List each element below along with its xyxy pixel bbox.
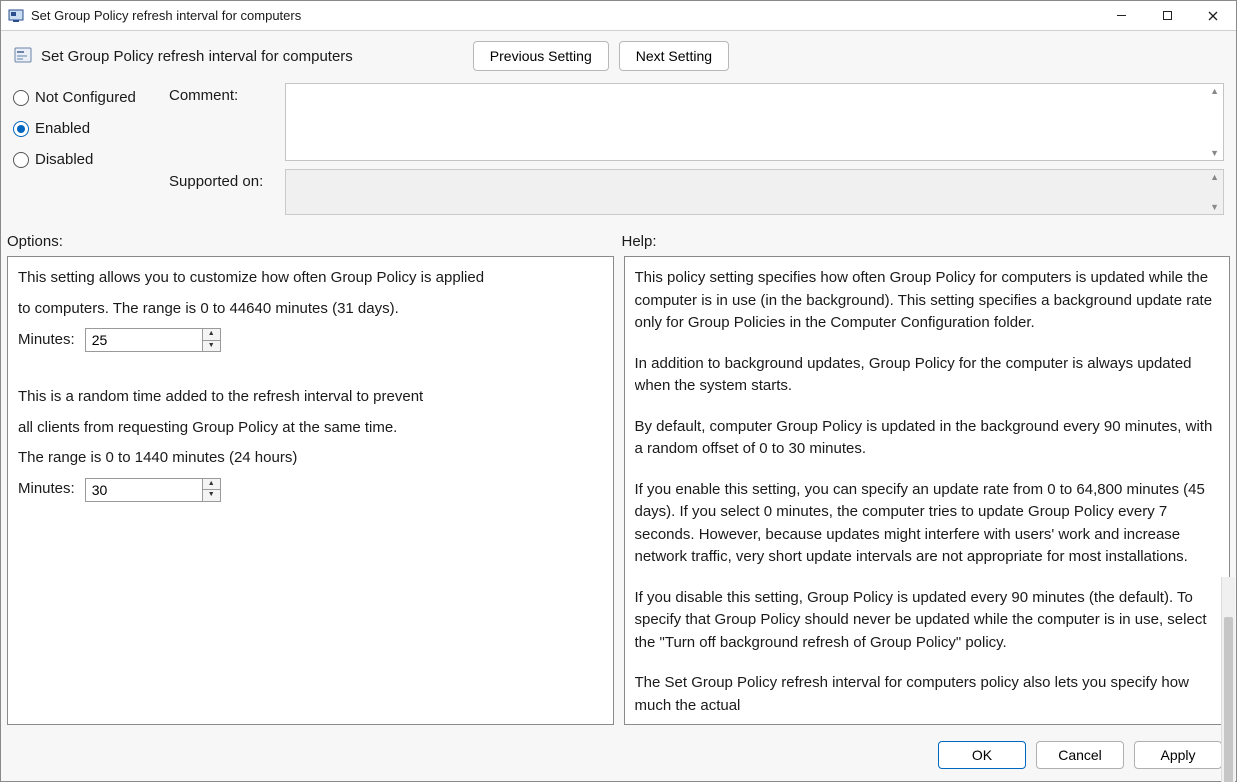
scrollbar-thumb[interactable]: [1224, 617, 1233, 782]
dialog-footer: OK Cancel Apply: [1, 731, 1236, 781]
policy-header: Set Group Policy refresh interval for co…: [1, 31, 1236, 79]
minutes-interval-spinner[interactable]: ▲ ▼: [85, 328, 221, 352]
scrollbar[interactable]: [1221, 577, 1235, 782]
radio-not-configured[interactable]: Not Configured: [13, 89, 163, 106]
radio-icon: [13, 90, 29, 106]
options-pane: This setting allows you to customize how…: [7, 256, 614, 725]
minimize-button[interactable]: [1098, 1, 1144, 30]
scroll-down-icon[interactable]: ▼: [1210, 148, 1219, 158]
options-text: This setting allows you to customize how…: [18, 267, 603, 290]
options-text: to computers. The range is 0 to 44640 mi…: [18, 298, 603, 321]
radio-label: Disabled: [35, 151, 93, 168]
spinner-down-icon[interactable]: ▼: [203, 490, 220, 501]
help-text: By default, computer Group Policy is upd…: [635, 416, 1218, 461]
app-icon: [7, 7, 25, 25]
radio-label: Enabled: [35, 120, 90, 137]
minutes-offset-label: Minutes:: [18, 478, 75, 501]
policy-icon: [13, 46, 33, 66]
maximize-button[interactable]: [1144, 1, 1190, 30]
help-text: If you enable this setting, you can spec…: [635, 479, 1218, 569]
next-setting-button[interactable]: Next Setting: [619, 41, 729, 71]
help-section-label: Help:: [616, 233, 1225, 250]
policy-title: Set Group Policy refresh interval for co…: [41, 48, 353, 65]
spinner-up-icon[interactable]: ▲: [203, 479, 220, 491]
options-text: all clients from requesting Group Policy…: [18, 417, 603, 440]
radio-icon: [13, 121, 29, 137]
scroll-up-icon[interactable]: ▲: [1210, 172, 1219, 182]
options-text: The range is 0 to 1440 minutes (24 hours…: [18, 447, 603, 470]
help-text: The Set Group Policy refresh interval fo…: [635, 672, 1218, 714]
supported-on-textbox: ▲ ▼: [285, 169, 1224, 215]
supported-on-label: Supported on:: [169, 169, 279, 215]
options-section-label: Options:: [7, 233, 616, 250]
window-title: Set Group Policy refresh interval for co…: [31, 8, 301, 23]
help-text: If you disable this setting, Group Polic…: [635, 587, 1218, 655]
spinner-up-icon[interactable]: ▲: [203, 329, 220, 341]
options-text: This is a random time added to the refre…: [18, 386, 603, 409]
radio-icon: [13, 152, 29, 168]
minutes-offset-input[interactable]: [86, 479, 202, 501]
help-text: This policy setting specifies how often …: [635, 267, 1218, 335]
help-scroll-region[interactable]: This policy setting specifies how often …: [635, 267, 1228, 714]
spinner-down-icon[interactable]: ▼: [203, 341, 220, 352]
apply-button[interactable]: Apply: [1134, 741, 1222, 769]
ok-button[interactable]: OK: [938, 741, 1026, 769]
titlebar: Set Group Policy refresh interval for co…: [1, 1, 1236, 31]
scroll-up-icon[interactable]: ▲: [1210, 86, 1219, 96]
help-text: In addition to background updates, Group…: [635, 353, 1218, 398]
previous-setting-button[interactable]: Previous Setting: [473, 41, 609, 71]
radio-enabled[interactable]: Enabled: [13, 120, 163, 137]
minutes-interval-input[interactable]: [86, 329, 202, 351]
help-pane: This policy setting specifies how often …: [624, 256, 1231, 725]
comment-textbox[interactable]: ▲ ▼: [285, 83, 1224, 161]
scroll-down-icon[interactable]: ▼: [1210, 202, 1219, 212]
comment-label: Comment:: [169, 83, 279, 161]
radio-disabled[interactable]: Disabled: [13, 151, 163, 168]
minutes-interval-label: Minutes:: [18, 329, 75, 352]
minutes-offset-spinner[interactable]: ▲ ▼: [85, 478, 221, 502]
close-button[interactable]: [1190, 1, 1236, 30]
cancel-button[interactable]: Cancel: [1036, 741, 1124, 769]
radio-label: Not Configured: [35, 89, 136, 106]
